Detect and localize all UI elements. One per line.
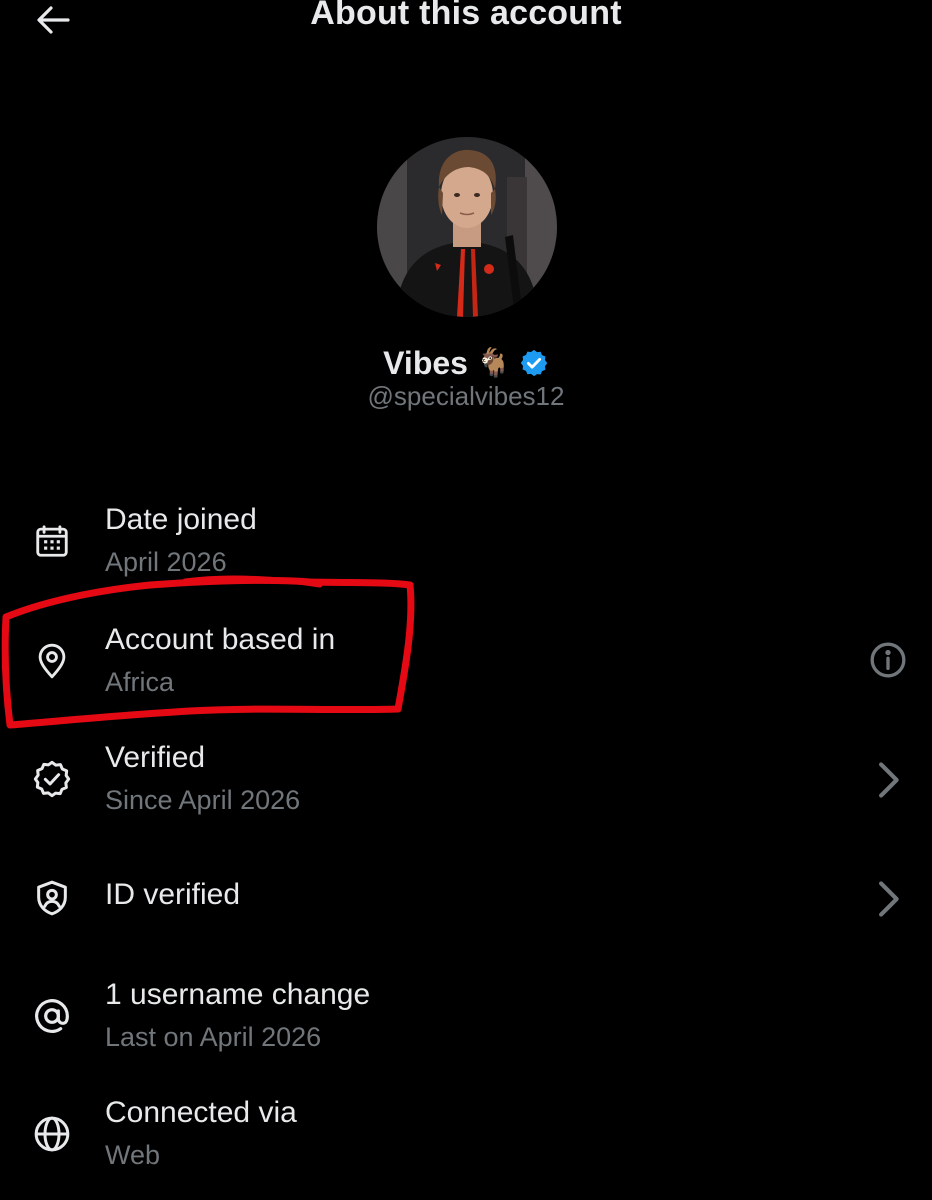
goat-emoji: 🐐 [475,347,511,378]
row-id-verified[interactable]: ID verified [0,850,932,960]
row-title: Date joined [105,503,257,536]
verified-badge-icon [28,755,76,803]
chevron-right-icon [866,758,910,802]
row-subtitle: Africa [105,667,175,697]
row-date-joined: Date joined April 2026 [0,495,932,605]
verified-badge-icon [520,349,548,377]
avatar[interactable] [377,137,557,317]
row-subtitle: Since April 2026 [105,785,301,815]
at-sign-icon [28,992,76,1040]
row-subtitle: Web [105,1140,161,1170]
id-shield-icon [28,874,76,922]
row-title: ID verified [105,878,241,911]
row-verified[interactable]: Verified Since April 2026 [0,733,932,843]
page-title: About this account [310,0,622,32]
top-bar: About this account [0,0,932,40]
row-account-based-in: Account based in Africa [0,615,932,725]
user-handle: @specialvibes12 [367,381,565,411]
row-username-change: 1 username change Last on April 2026 [0,970,932,1080]
info-icon[interactable] [866,638,910,682]
display-name: Vibes [383,344,468,381]
globe-icon [28,1110,76,1158]
row-subtitle: Last on April 2026 [105,1022,322,1052]
row-title: Connected via [105,1096,297,1129]
row-title: 1 username change [105,978,371,1011]
location-pin-icon [28,637,76,685]
profile-name-row: Vibes 🐐 [0,340,932,386]
row-title: Account based in [105,623,336,656]
row-connected-via: Connected via Web [0,1088,932,1198]
row-title: Verified [105,741,206,774]
chevron-right-icon [866,877,910,921]
row-subtitle: April 2026 [105,547,227,577]
calendar-icon [28,517,76,565]
